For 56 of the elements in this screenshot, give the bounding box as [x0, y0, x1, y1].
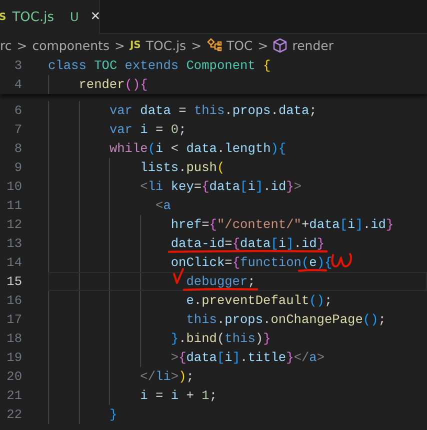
- code-line: <a: [156, 198, 171, 213]
- code-line: }.bind(this)}: [170, 331, 271, 346]
- line-number: 14: [6, 255, 22, 270]
- line-number: 6: [13, 103, 22, 118]
- code-line: this.props.onChangePage();: [186, 312, 386, 327]
- code-line: while(i < data.length){: [109, 141, 286, 156]
- line-number: 4: [13, 77, 22, 92]
- close-button[interactable]: ×: [88, 9, 102, 25]
- line-number: 18: [6, 331, 22, 346]
- code-line: </li>);: [140, 369, 194, 384]
- indent-guide: [48, 75, 49, 94]
- code-line: href={"/content/"+data[i].id}: [170, 217, 394, 232]
- class-icon: [206, 38, 222, 52]
- code-line: render(){: [78, 77, 148, 92]
- line-number: 10: [6, 179, 22, 194]
- code-line: var i = 0;: [109, 122, 186, 137]
- code-line: class TOC extends Component {: [48, 58, 271, 73]
- js-file-icon: JS: [130, 40, 141, 50]
- js-file-icon: S: [0, 12, 6, 22]
- code-line: <li key={data[i].id}>: [140, 179, 302, 194]
- line-number: 19: [6, 350, 22, 365]
- breadcrumb-item[interactable]: components: [32, 38, 110, 52]
- line-number: 13: [6, 236, 22, 251]
- line-number: 8: [13, 141, 22, 156]
- cube-icon: [273, 38, 288, 52]
- breadcrumb-item[interactable]: render: [292, 38, 334, 52]
- line-number: 15: [6, 274, 22, 289]
- line-number: 3: [13, 58, 22, 73]
- line-number: 17: [6, 312, 22, 327]
- line-number: 12: [6, 217, 22, 232]
- line-number: 16: [6, 293, 22, 308]
- code-line: var data = this.props.data;: [109, 103, 317, 118]
- breadcrumb-separator: >: [114, 38, 125, 52]
- code-line: e.preventDefault();: [186, 293, 332, 308]
- untracked-status: U: [70, 10, 79, 24]
- breadcrumb-item[interactable]: rc: [0, 38, 12, 52]
- tab-title: TOC.js: [12, 10, 54, 24]
- code-line: i = i + 1;: [140, 388, 217, 403]
- breadcrumb-item[interactable]: TOC: [226, 38, 253, 52]
- line-number: 20: [6, 369, 22, 384]
- line-number: 7: [13, 122, 22, 137]
- breadcrumb-separator: >: [191, 38, 202, 52]
- line-number: 22: [6, 407, 22, 422]
- editor-tab[interactable]: S TOC.js U ×: [0, 0, 100, 34]
- code-line: debugger;: [186, 274, 256, 289]
- breadcrumb-separator: >: [258, 38, 268, 52]
- line-number: 11: [6, 198, 22, 213]
- line-number: 9: [13, 160, 22, 175]
- line-number: 21: [6, 388, 22, 403]
- breadcrumb-item[interactable]: TOC.js: [146, 38, 186, 52]
- code-line: }: [109, 407, 118, 422]
- code-line: onClick={function(e){: [170, 255, 332, 270]
- code-line: lists.push(: [140, 160, 225, 175]
- breadcrumb-separator: >: [16, 38, 28, 52]
- code-line: >{data[i].title}</a>: [170, 350, 325, 365]
- code-line: data-id={data[i].id}: [170, 236, 325, 251]
